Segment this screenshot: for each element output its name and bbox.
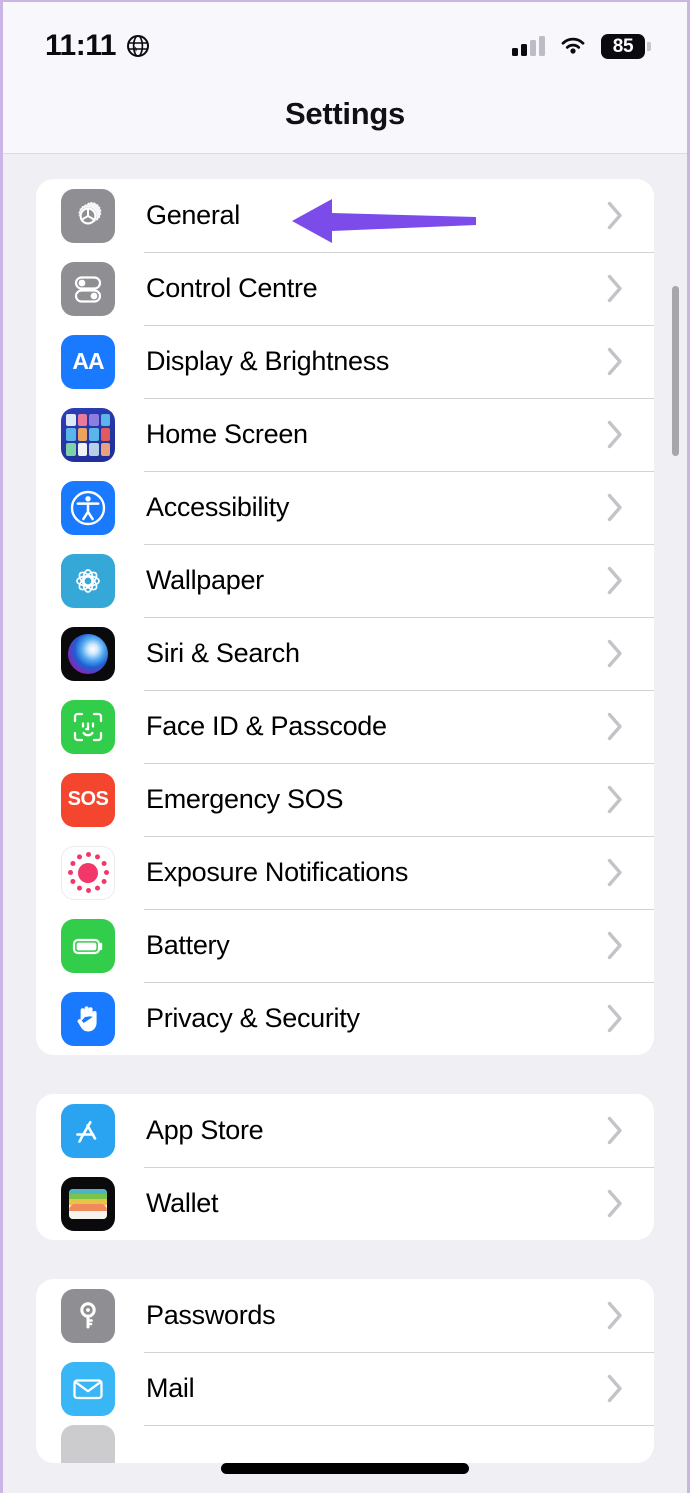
sidebar-item-battery[interactable]: Battery (36, 909, 654, 982)
chevron-right-icon (607, 201, 622, 230)
exposure-dot (94, 854, 100, 860)
sidebar-item-mail[interactable]: Mail (36, 1352, 654, 1425)
sidebar-item-emergency-sos[interactable]: SOS Emergency SOS (36, 763, 654, 836)
chevron-right-icon (607, 1116, 622, 1145)
chevron-right-icon (607, 639, 622, 668)
sos-glyph: SOS (67, 788, 109, 810)
sidebar-item-label: General (146, 200, 240, 230)
exposure-notifications-icon (61, 845, 115, 900)
exposure-dot (67, 870, 73, 875)
home-screen-icon (61, 407, 115, 462)
chevron-right-icon (607, 712, 622, 741)
exposure-dot (76, 885, 82, 891)
display-brightness-icon: AA (61, 334, 115, 389)
status-bar-clock: 11:11 (45, 29, 116, 62)
exposure-dot (76, 854, 82, 860)
sidebar-item-home-screen[interactable]: Home Screen (36, 398, 654, 471)
sidebar-item-label: Wallpaper (146, 565, 264, 595)
exposure-dot (94, 885, 100, 891)
privacy-security-icon (61, 991, 115, 1046)
sidebar-item-label: Control Centre (146, 273, 318, 303)
page-title: Settings (285, 96, 405, 131)
sidebar-item-label: Face ID & Passcode (146, 711, 387, 741)
mail-icon (61, 1361, 115, 1416)
sidebar-item-face-id-passcode[interactable]: Face ID & Passcode (36, 690, 654, 763)
exposure-dot (101, 861, 107, 866)
battery-icon: 85 (601, 33, 651, 59)
chevron-right-icon (607, 420, 622, 449)
sidebar-item-label: Passwords (146, 1300, 276, 1330)
status-bar-left: 11:11 (45, 29, 150, 63)
chevron-right-icon (607, 931, 622, 960)
exposure-dot (101, 879, 107, 884)
sidebar-item-exposure-notifications[interactable]: Exposure Notifications (36, 836, 654, 909)
sidebar-item-label: Accessibility (146, 492, 290, 522)
sidebar-item-label: App Store (146, 1115, 264, 1145)
settings-group-accounts: Passwords Mail (36, 1279, 654, 1463)
exposure-dot (69, 879, 75, 884)
chevron-right-icon (607, 493, 622, 522)
settings-scroll-view[interactable]: General Control Centre AA Display & Brig… (3, 154, 687, 1493)
gear-icon (61, 188, 115, 243)
sidebar-item-app-store[interactable]: App Store (36, 1094, 654, 1167)
sidebar-item-label: Emergency SOS (146, 784, 344, 814)
sidebar-item-accessibility[interactable]: Accessibility (36, 471, 654, 544)
exposure-dot (85, 888, 91, 893)
sidebar-item-wallpaper[interactable]: Wallpaper (36, 544, 654, 617)
passwords-key-icon (61, 1288, 115, 1343)
scrollbar-thumb[interactable] (672, 286, 679, 456)
partial-icon (61, 1425, 115, 1463)
sidebar-item-general[interactable]: General (36, 179, 654, 252)
battery-settings-icon (61, 918, 115, 973)
exposure-dot (85, 852, 91, 857)
exposure-dot (103, 870, 109, 875)
sidebar-item-wallet[interactable]: Wallet (36, 1167, 654, 1240)
app-store-icon (61, 1103, 115, 1158)
list-item-partial[interactable] (36, 1425, 654, 1463)
chevron-right-icon (607, 1189, 622, 1218)
sidebar-item-label: Privacy & Security (146, 1003, 360, 1033)
chevron-right-icon (607, 274, 622, 303)
header-area: 11:11 85 Settings (3, 2, 687, 154)
chevron-right-icon (607, 858, 622, 887)
sidebar-item-label: Wallet (146, 1188, 219, 1218)
sidebar-item-label: Mail (146, 1373, 195, 1403)
control-centre-icon (61, 261, 115, 316)
cellular-signal-icon (512, 35, 545, 56)
sidebar-item-label: Home Screen (146, 419, 308, 449)
sidebar-item-siri-search[interactable]: Siri & Search (36, 617, 654, 690)
display-brightness-glyph: AA (72, 348, 104, 374)
home-indicator (221, 1463, 469, 1474)
sidebar-item-control-centre[interactable]: Control Centre (36, 252, 654, 325)
emergency-sos-icon: SOS (61, 772, 115, 827)
chevron-right-icon (607, 785, 622, 814)
face-id-icon (61, 699, 115, 754)
wallet-icon (61, 1176, 115, 1231)
wifi-icon (561, 37, 585, 54)
chevron-right-icon (607, 347, 622, 376)
exposure-dot (69, 861, 75, 866)
battery-level-text: 85 (612, 35, 634, 57)
status-bar-right: 85 (512, 33, 651, 59)
sidebar-item-label: Battery (146, 930, 230, 960)
chevron-right-icon (607, 566, 622, 595)
chevron-right-icon (607, 1004, 622, 1033)
status-bar: 11:11 85 (3, 24, 687, 68)
accessibility-icon (61, 480, 115, 535)
sidebar-item-label: Siri & Search (146, 638, 300, 668)
globe-icon (126, 35, 149, 57)
sidebar-item-privacy-security[interactable]: Privacy & Security (36, 982, 654, 1055)
siri-icon (61, 626, 115, 681)
chevron-right-icon (607, 1374, 622, 1403)
iphone-settings-screen: 11:11 85 Settings General Control Centre… (0, 0, 690, 1493)
sidebar-item-display-brightness[interactable]: AA Display & Brightness (36, 325, 654, 398)
chevron-right-icon (607, 1301, 622, 1330)
settings-group-system: General Control Centre AA Display & Brig… (36, 179, 654, 1055)
sidebar-item-label: Display & Brightness (146, 346, 390, 376)
wallpaper-icon (61, 553, 115, 608)
settings-group-store: App Store Wallet (36, 1094, 654, 1240)
sidebar-item-label: Exposure Notifications (146, 857, 409, 887)
sidebar-item-passwords[interactable]: Passwords (36, 1279, 654, 1352)
